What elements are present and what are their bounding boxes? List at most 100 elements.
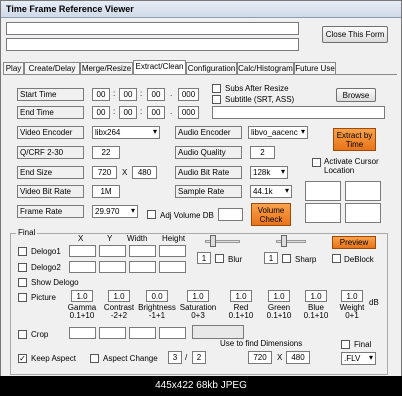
red-caption: Red 0.1+10 [228,303,254,320]
end-hours[interactable]: 00 [92,106,110,119]
weight-caption: Weight 0+1 [339,303,365,320]
adj-volume-checkbox[interactable] [147,210,156,219]
tab-extract-clean[interactable]: Extract/Clean [133,60,186,74]
volume-check-button[interactable]: Volume Check [251,203,291,226]
aspect-change-label: Aspect Change [103,354,158,363]
image-caption: 445x422 68kb JPEG [0,376,402,396]
crop-checkbox[interactable] [18,330,27,339]
weight-field[interactable]: 1.0 [341,290,363,302]
blue-field[interactable]: 1.0 [305,290,327,302]
sharp-slider-thumb[interactable] [281,235,287,247]
final-checkbox[interactable] [341,340,350,349]
aspect-h-field[interactable]: 2 [192,351,206,364]
crop-x[interactable] [69,327,96,339]
cursor-box-4 [345,203,381,223]
end-ms[interactable]: 000 [178,106,199,119]
start-ms[interactable]: 000 [178,88,199,101]
delogo2-x[interactable] [69,261,96,273]
delogo2-width[interactable] [129,261,156,273]
subtitle-checkbox[interactable] [212,95,221,104]
brightness-field[interactable]: 0.0 [146,290,168,302]
deblock-checkbox[interactable] [332,254,341,263]
start-seconds[interactable]: 00 [147,88,165,101]
delogo1-checkbox[interactable] [18,247,27,256]
crop-width[interactable] [129,327,156,339]
sharp-label: Sharp [295,255,317,264]
delogo2-height[interactable] [159,261,186,273]
subtitle-path-field[interactable] [212,106,385,119]
time-sep: : [140,89,143,98]
show-delogo-checkbox[interactable] [18,278,27,287]
gamma-field[interactable]: 1.0 [71,290,93,302]
path-field-1[interactable] [6,22,299,35]
aspect-w-field[interactable]: 3 [168,351,182,364]
activate-cursor-checkbox[interactable] [312,158,321,167]
saturation-field[interactable]: 1.0 [187,290,209,302]
contrast-field[interactable]: 1.0 [108,290,130,302]
dim-x: X [277,353,283,362]
crop-extra-field[interactable] [192,325,244,339]
green-field[interactable]: 1.0 [268,290,290,302]
delogo1-height[interactable] [159,245,186,257]
cursor-box-1 [305,181,341,201]
picture-checkbox[interactable] [18,293,27,302]
path-field-2[interactable] [6,38,299,51]
audio-bitrate-select[interactable]: 128k [250,166,288,179]
audio-quality-field[interactable]: 2 [250,146,275,159]
sharp-value[interactable]: 1 [264,252,278,264]
crop-y[interactable] [99,327,126,339]
audio-encoder-label: Audio Encoder [175,126,242,139]
audio-encoder-select[interactable]: libvo_aacenc [248,126,308,139]
subs-after-resize-checkbox[interactable] [212,84,221,93]
end-seconds[interactable]: 00 [147,106,165,119]
col-width: Width [127,234,148,243]
tab-create-delay[interactable]: Create/Delay [24,62,80,74]
blur-slider-thumb[interactable] [210,235,216,247]
size-x: X [122,168,128,177]
delogo1-x[interactable] [69,245,96,257]
delogo1-y[interactable] [99,245,126,257]
crop-label: Crop [31,330,49,339]
gamma-caption: Gamma 0.1+10 [67,303,97,320]
video-encoder-label: Video Encoder [17,126,84,139]
crf-field[interactable]: 22 [92,146,120,159]
tab-play[interactable]: Play [3,62,24,74]
adj-volume-field[interactable] [218,208,243,221]
tab-calc-histogram[interactable]: Calc/Histogram [237,62,294,74]
aspect-change-checkbox[interactable] [90,354,99,363]
browse-button[interactable]: Browse [336,88,376,102]
sharp-checkbox[interactable] [282,254,291,263]
format-select[interactable]: .FLV [341,352,376,365]
frame-rate-select[interactable]: 29.970 [92,205,138,218]
end-minutes[interactable]: 00 [119,106,137,119]
end-width-field[interactable]: 720 [92,166,117,179]
show-delogo-label: Show Delogo [31,278,79,287]
cursor-box-2 [345,181,381,201]
end-height-field[interactable]: 480 [132,166,157,179]
final-label: Final [354,340,372,349]
red-field[interactable]: 1.0 [230,290,252,302]
blur-checkbox[interactable] [215,254,224,263]
green-caption: Green 0.1+10 [266,303,292,320]
close-form-button[interactable]: Close This Form [322,26,388,43]
sample-rate-select[interactable]: 44.1k [250,185,292,198]
crop-height[interactable] [159,327,186,339]
blur-value[interactable]: 1 [197,252,211,264]
delogo2-y[interactable] [99,261,126,273]
dim-width-field[interactable]: 720 [248,351,272,364]
video-encoder-select[interactable]: libx264 [92,126,160,139]
start-hours[interactable]: 00 [92,88,110,101]
extract-by-time-button[interactable]: Extract by Time [333,128,376,151]
audio-bitrate-label: Audio Bit Rate [175,166,242,179]
delogo1-width[interactable] [129,245,156,257]
keep-aspect-checkbox[interactable]: ✓ [18,354,27,363]
delogo2-checkbox[interactable] [18,263,27,272]
tab-future-use[interactable]: Future Use [294,62,336,74]
start-minutes[interactable]: 00 [119,88,137,101]
tab-configuration[interactable]: Configuration [186,62,237,74]
video-bitrate-field[interactable]: 1M [92,185,120,198]
tab-merge-resize[interactable]: Merge/Resize [80,62,133,74]
preview-button[interactable]: Preview [332,236,376,249]
keep-aspect-label: Keep Aspect [31,354,76,363]
dim-height-field[interactable]: 480 [286,351,310,364]
